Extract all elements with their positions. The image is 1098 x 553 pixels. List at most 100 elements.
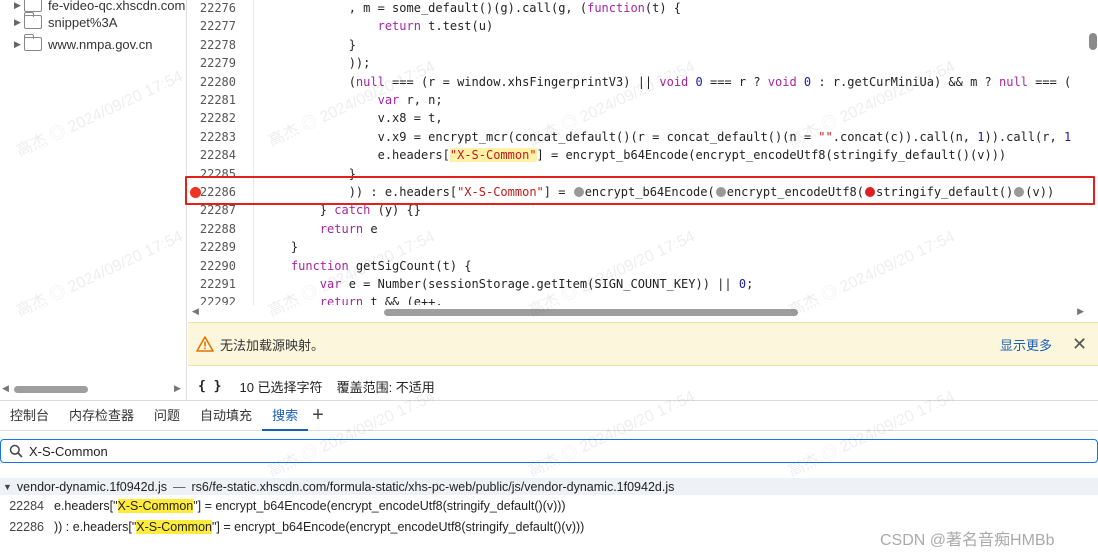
tree-item[interactable]: ▶ snippet%3A — [0, 11, 117, 33]
drawer-tab-bar: 控制台 内存检查器 问题 自动填充 搜索 + — [0, 400, 1098, 431]
close-icon[interactable]: ✕ — [1072, 334, 1087, 355]
code-line[interactable]: 22276 , m = some_default()(g).call(g, (f… — [188, 0, 1098, 17]
code-line[interactable]: 22278 } — [188, 36, 1098, 54]
line-number[interactable]: 22290 — [188, 257, 236, 275]
line-number[interactable]: 22281 — [188, 91, 236, 109]
scroll-right-icon[interactable]: ▶ — [1077, 306, 1084, 317]
code-text: return t && (e++, — [319, 295, 443, 305]
code-text: } — [262, 240, 299, 255]
code-line[interactable]: 22288 return e — [188, 220, 1098, 238]
code-text: , m = some_default()(g).call(g, (functio… — [262, 1, 682, 15]
search-input[interactable] — [29, 443, 929, 459]
tab-issues[interactable]: 问题 — [144, 401, 190, 431]
result-file-path: rs6/fe-static.xhscdn.com/formula-static/… — [191, 479, 675, 494]
result-line-text: )) : e.headers["X-S-Common"] = encrypt_b… — [54, 520, 585, 534]
scroll-left-icon[interactable]: ◀ — [2, 383, 9, 394]
coverage-status: 覆盖范围: 不适用 — [336, 379, 435, 395]
code-text: function getSigCount(t) { — [290, 258, 472, 273]
tree-item[interactable]: ▶ www.nmpa.gov.cn — [0, 33, 153, 55]
line-number[interactable]: 22279 — [188, 54, 236, 72]
line-number[interactable]: 22278 — [188, 36, 236, 54]
line-number[interactable]: 22286 — [188, 183, 236, 201]
code-text: } catch (y) {} — [262, 203, 421, 218]
expand-arrow-icon[interactable]: ▶ — [0, 17, 21, 28]
show-more-link[interactable]: 显示更多 — [1000, 335, 1052, 354]
code-text: return e — [319, 221, 378, 236]
code-editor[interactable]: 22276 , m = some_default()(g).call(g, (f… — [188, 0, 1098, 305]
code-text: var r, n; — [377, 93, 443, 107]
scrollbar-thumb[interactable] — [14, 386, 88, 393]
line-number[interactable]: 22276 — [188, 0, 236, 17]
tab-console[interactable]: 控制台 — [0, 401, 59, 431]
code-line[interactable]: 22277 return t.test(u) — [188, 17, 1098, 35]
line-number[interactable]: 22285 — [188, 165, 236, 183]
code-text: v.x9 = encrypt_mcr(concat_default()(r = … — [262, 129, 1072, 144]
scrollbar-thumb[interactable] — [1089, 33, 1097, 50]
line-number[interactable]: 22291 — [188, 275, 236, 293]
folder-icon — [24, 34, 42, 51]
search-icon — [9, 444, 23, 458]
devtools-window: ▶ fe-video-qc.xhscdn.com ▶ snippet%3A ▶ … — [0, 0, 1098, 553]
line-number[interactable]: 22282 — [188, 109, 236, 127]
line-number[interactable]: 22283 — [188, 128, 236, 146]
selection-count: 10 已选择字符 — [239, 379, 323, 395]
result-line-number: 22284 — [9, 499, 44, 513]
code-text: } — [262, 37, 356, 52]
code-text: e.headers["X-S-Common"] = encrypt_b64Enc… — [262, 148, 1007, 163]
code-line[interactable]: 22290 function getSigCount(t) { — [188, 257, 1098, 275]
warning-icon — [196, 336, 214, 352]
add-tab-icon[interactable]: + — [312, 404, 324, 427]
warning-text: 无法加载源映射。 — [220, 337, 325, 353]
line-number[interactable]: 22284 — [188, 146, 236, 164]
collapse-arrow-icon[interactable]: ▼ — [3, 482, 12, 492]
folder-icon — [24, 12, 42, 29]
scroll-left-icon[interactable]: ◀ — [192, 306, 199, 317]
scrollbar-thumb[interactable] — [384, 309, 798, 316]
result-file-header[interactable]: ▼ vendor-dynamic.1f0942d.js — rs6/fe-sta… — [0, 478, 1098, 495]
code-text: } — [262, 166, 356, 181]
tab-search[interactable]: 搜索 — [262, 401, 309, 431]
editor-vertical-scrollbar[interactable] — [1088, 0, 1098, 305]
tree-horizontal-scrollbar[interactable]: ◀ ▶ — [0, 382, 186, 396]
code-text: var e = Number(sessionStorage.getItem(SI… — [319, 277, 754, 291]
search-match-highlight: X-S-Common — [136, 520, 212, 534]
search-box[interactable] — [0, 439, 1098, 463]
code-line[interactable]: 22286 )) : e.headers["X-S-Common"] = enc… — [188, 183, 1098, 201]
code-text: )); — [262, 56, 371, 71]
code-line[interactable]: 22292 return t && (e++, — [188, 293, 1098, 305]
sources-file-tree: ▶ fe-video-qc.xhscdn.com ▶ snippet%3A ▶ … — [0, 0, 187, 400]
line-number[interactable]: 22277 — [188, 17, 236, 35]
editor-horizontal-scrollbar[interactable]: ◀ ▶ — [188, 305, 1098, 319]
line-number[interactable]: 22288 — [188, 220, 236, 238]
code-line[interactable]: 22283 v.x9 = encrypt_mcr(concat_default(… — [188, 128, 1098, 146]
code-line[interactable]: 22280 (null === (r = window.xhsFingerpri… — [188, 73, 1098, 91]
search-match-highlight: X-S-Common — [117, 499, 194, 513]
result-match-row[interactable]: 22284 e.headers["X-S-Common"] = encrypt_… — [0, 496, 1098, 516]
tab-memory-inspector[interactable]: 内存检查器 — [59, 401, 144, 431]
tab-autofill[interactable]: 自动填充 — [190, 401, 262, 431]
code-line[interactable]: 22287 } catch (y) {} — [188, 201, 1098, 219]
code-text: )) : e.headers["X-S-Common"] = encrypt_b… — [262, 185, 1055, 199]
pretty-print-button[interactable]: { } — [198, 379, 221, 394]
code-text: return t.test(u) — [377, 19, 494, 34]
line-number[interactable]: 22292 — [188, 293, 236, 305]
line-number[interactable]: 22289 — [188, 238, 236, 256]
code-line[interactable]: 22281 var r, n; — [188, 91, 1098, 109]
code-line[interactable]: 22289 } — [188, 238, 1098, 256]
expand-arrow-icon[interactable]: ▶ — [0, 0, 21, 11]
line-number[interactable]: 22287 — [188, 201, 236, 219]
line-number[interactable]: 22280 — [188, 73, 236, 91]
csdn-watermark: CSDN @著名音痴HMBb — [880, 532, 1055, 549]
expand-arrow-icon[interactable]: ▶ — [0, 39, 21, 50]
scroll-right-icon[interactable]: ▶ — [174, 383, 181, 394]
tree-item-label: snippet%3A — [48, 14, 118, 30]
code-line[interactable]: 22284 e.headers["X-S-Common"] = encrypt_… — [188, 146, 1098, 164]
code-line[interactable]: 22285 } — [188, 165, 1098, 183]
result-separator: — — [173, 479, 186, 494]
code-line[interactable]: 22282 v.x8 = t, — [188, 109, 1098, 127]
code-text: (null === (r = window.xhsFingerprintV3) … — [262, 74, 1072, 89]
source-map-warning: 无法加载源映射。 显示更多 ✕ — [188, 322, 1098, 366]
code-line[interactable]: 22291 var e = Number(sessionStorage.getI… — [188, 275, 1098, 293]
code-line[interactable]: 22279 )); — [188, 54, 1098, 72]
result-file-name: vendor-dynamic.1f0942d.js — [16, 479, 168, 494]
